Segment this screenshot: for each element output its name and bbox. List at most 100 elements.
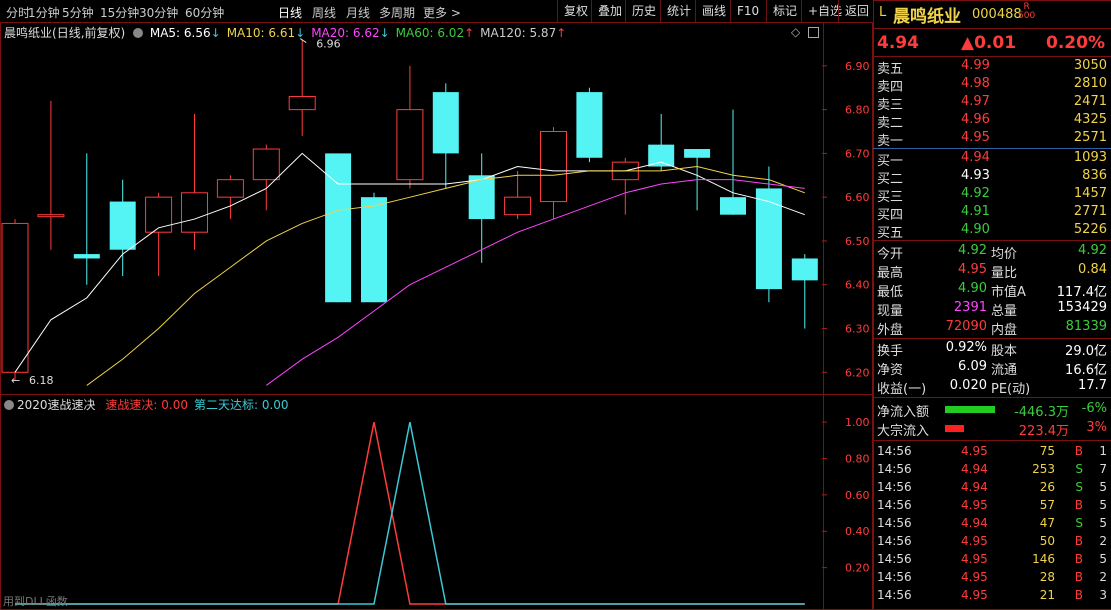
- ask-row: 卖二 4.96 4325: [873, 112, 1111, 131]
- bid-volume: 1457: [1073, 186, 1107, 201]
- bid-price: 4.91: [961, 204, 990, 219]
- stat-label: 市值A: [991, 285, 1026, 300]
- fin-label: 净资: [877, 363, 904, 378]
- fin-value: 0.92%: [945, 340, 987, 355]
- ask-price: 4.97: [961, 94, 990, 109]
- fin-value: 29.0亿: [1065, 344, 1107, 359]
- stat-value: 4.90: [958, 281, 987, 296]
- candle-body: [1, 222, 29, 373]
- bid-price: 4.93: [961, 168, 990, 183]
- fin-label: 流通: [991, 363, 1018, 378]
- low-marker-label: 6.18: [29, 374, 54, 387]
- flow-row: 净流入额 -446.3万 -6%: [873, 401, 1111, 420]
- fin-value: 16.6亿: [1065, 363, 1107, 378]
- stat-row: 最高 4.95 量比 0.84: [873, 262, 1111, 281]
- ask-row: 卖四 4.98 2810: [873, 76, 1111, 95]
- trade-price: 4.94: [961, 480, 988, 494]
- candle-body: [396, 109, 424, 181]
- trade-volume: 28: [1039, 570, 1055, 584]
- indicator-y-tick-label: 1.00: [845, 416, 870, 429]
- indicator-y-tick-label: 0.60: [845, 489, 870, 502]
- trade-count: 5: [1099, 516, 1107, 530]
- ask-volume: 2810: [1073, 76, 1107, 91]
- ask-label: 卖二: [877, 116, 904, 131]
- stat-label: 外盘: [877, 323, 904, 338]
- trade-side: B: [1074, 552, 1083, 566]
- trade-volume: 47: [1039, 516, 1055, 530]
- trade-row: 14:56 4.95 21 B 3: [873, 588, 1111, 606]
- candle-body: [216, 179, 244, 198]
- trade-row: 14:56 4.94 253 S 7: [873, 462, 1111, 480]
- stat-value: 117.4亿: [1056, 285, 1107, 300]
- trade-count: 5: [1099, 498, 1107, 512]
- bid-label: 买四: [877, 208, 904, 223]
- stat-value: 4.92: [1078, 243, 1107, 258]
- stat-value: 72090: [945, 319, 987, 334]
- trade-side: S: [1075, 516, 1083, 530]
- fin-row: 收益(一) 0.020 PE(动) 17.7: [873, 378, 1111, 397]
- stat-value: 4.95: [958, 262, 987, 277]
- y-tick-label: 6.90: [845, 60, 870, 73]
- trade-row: 14:56 4.95 57 B 5: [873, 498, 1111, 516]
- trade-count: 2: [1099, 570, 1107, 584]
- flow-label: 大宗流入: [877, 424, 930, 439]
- ask-volume: 4325: [1073, 112, 1107, 127]
- trade-volume: 21: [1039, 588, 1055, 602]
- ask-row: 卖一 4.95 2571: [873, 130, 1111, 149]
- candle-body: [791, 258, 818, 281]
- stat-label: 现量: [877, 304, 904, 319]
- badge-bottom: 500: [1018, 11, 1036, 21]
- stat-value: 81339: [1065, 319, 1107, 334]
- ask-label: 卖一: [877, 134, 904, 149]
- stat-row: 现量 2391 总量 153429: [873, 300, 1111, 319]
- candle-body: [684, 149, 711, 158]
- ask-price: 4.99: [961, 58, 990, 73]
- trade-count: 5: [1099, 480, 1107, 494]
- stat-row: 外盘 72090 内盘 81339: [873, 319, 1111, 338]
- trade-time: 14:56: [877, 534, 912, 548]
- candle-body: [252, 148, 280, 181]
- trade-side: B: [1074, 570, 1083, 584]
- trade-side: B: [1074, 444, 1083, 458]
- candle-body: [288, 95, 316, 111]
- trade-price: 4.95: [961, 588, 988, 602]
- trade-volume: 75: [1039, 444, 1055, 458]
- candle-body: [432, 92, 459, 154]
- trade-side: S: [1075, 462, 1083, 476]
- trade-time: 14:56: [877, 516, 912, 530]
- trade-count: 7: [1099, 462, 1107, 476]
- bid-label: 买一: [877, 154, 904, 169]
- bid-row: 买二 4.93 836: [873, 168, 1111, 187]
- trade-row: 14:56 4.95 146 B 5: [873, 552, 1111, 570]
- trade-row: 14:56 4.95 75 B 1: [873, 444, 1111, 462]
- trade-time: 14:56: [877, 444, 912, 458]
- fin-row: 净资 6.09 流通 16.6亿: [873, 359, 1111, 378]
- fin-label: 换手: [877, 344, 904, 359]
- candle-body: [145, 196, 173, 233]
- ask-volume: 2471: [1073, 94, 1107, 109]
- candle-body: [73, 254, 100, 259]
- margin-badge: R 500: [1018, 3, 1035, 21]
- stat-label: 今开: [877, 247, 904, 262]
- trade-price: 4.95: [961, 498, 988, 512]
- y-tick-label: 6.70: [845, 147, 870, 160]
- trade-volume: 146: [1032, 552, 1055, 566]
- candle-body: [720, 197, 746, 215]
- low-marker-arrow: ←: [11, 374, 20, 387]
- trade-time: 14:56: [877, 462, 912, 476]
- bid-row: 买一 4.94 1093: [873, 150, 1111, 169]
- bid-volume: 5226: [1073, 222, 1107, 237]
- high-marker-arrow: [299, 38, 307, 43]
- ask-label: 卖三: [877, 98, 904, 113]
- trade-price: 4.94: [961, 516, 988, 530]
- candle-body: [37, 214, 65, 218]
- trade-time: 14:56: [877, 570, 912, 584]
- bid-label: 买二: [877, 172, 904, 187]
- flow-pct: 3%: [1086, 420, 1107, 435]
- trade-volume: 26: [1039, 480, 1055, 494]
- y-tick-label: 6.20: [845, 366, 870, 379]
- candle-body: [755, 188, 782, 290]
- bid-row: 买五 4.90 5226: [873, 222, 1111, 241]
- trade-side: B: [1074, 534, 1083, 548]
- stat-value: 0.84: [1078, 262, 1107, 277]
